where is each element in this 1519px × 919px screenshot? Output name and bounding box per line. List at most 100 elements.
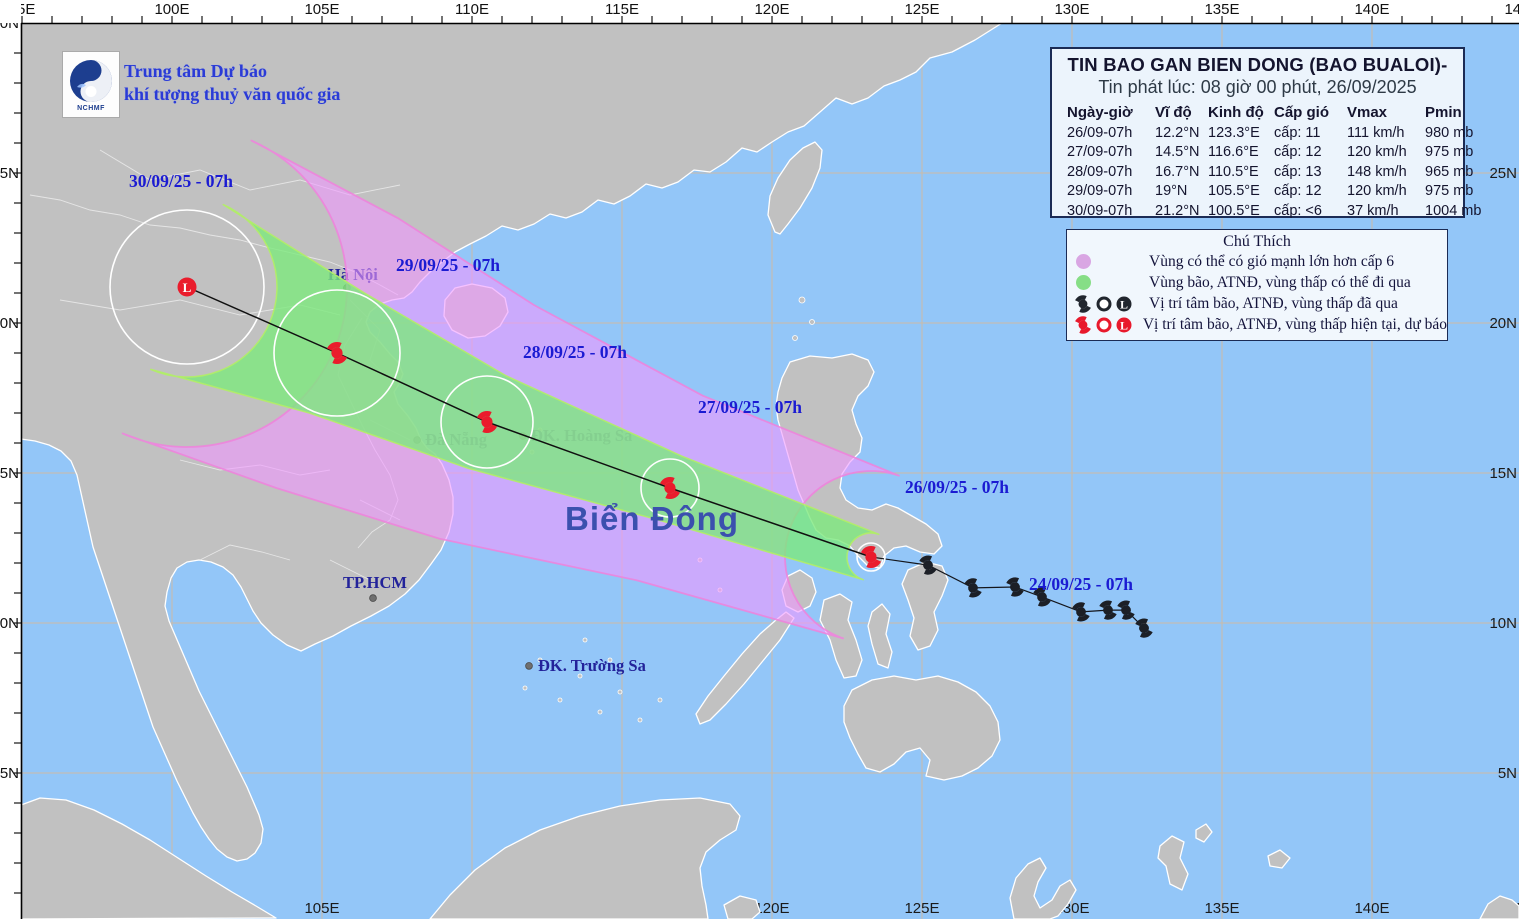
table-cell: 123.3°E	[1208, 125, 1274, 141]
legend-title: Chú Thích	[1067, 233, 1447, 251]
lat-axis-label: 20N	[0, 315, 19, 332]
lon-axis-label: 145E	[1504, 1, 1519, 18]
legend-item-label: Vùng bão, ATNĐ, vùng thấp có thể đi qua	[1149, 274, 1411, 292]
table-cell: cấp: <6	[1274, 203, 1347, 219]
lon-axis-label: 105E	[304, 1, 339, 18]
forecast-date-label: 29/09/25 - 07h	[396, 255, 500, 275]
low-pressure-L: L	[183, 280, 192, 295]
table-cell: Vĩ độ	[1155, 104, 1208, 121]
storm-center-circle-icon	[1095, 295, 1113, 313]
table-cell: 120 km/h	[1347, 183, 1425, 199]
lat-axis-label: 25N	[0, 165, 19, 182]
forecast-table-row: 27/09-07h14.5°N116.6°Ecấp: 12120 km/h975…	[1067, 143, 1463, 163]
svg-text:25N: 25N	[1489, 165, 1517, 182]
lon-axis-label: 125E	[904, 1, 939, 18]
table-cell: 100.5°E	[1208, 203, 1274, 219]
logo-text: NCHMF	[77, 105, 105, 112]
bulletin-title: TIN BAO GAN BIEN DONG (BAO BUALOI)-	[1052, 54, 1463, 76]
table-cell: 105.5°E	[1208, 183, 1274, 199]
agency-name: Trung tâm Dự báo khí tượng thuỷ văn quốc…	[124, 60, 340, 106]
table-cell: cấp: 12	[1274, 183, 1347, 199]
svg-text:120E: 120E	[754, 900, 789, 917]
forecast-table-row: 26/09-07h12.2°N123.3°Ecấp: 11111 km/h980…	[1067, 123, 1463, 143]
legend-item: Vùng bão, ATNĐ, vùng thấp có thể đi qua	[1067, 272, 1447, 293]
storm-center-circle-icon	[1095, 316, 1113, 334]
bulletin-issued-time: Tin phát lúc: 08 giờ 00 phút, 26/09/2025	[1052, 77, 1463, 98]
svg-text:125E: 125E	[904, 900, 939, 917]
sea-name-label: Biển Đông	[565, 500, 739, 537]
table-cell: 110.5°E	[1208, 164, 1274, 180]
svg-text:105E: 105E	[304, 900, 339, 917]
table-cell: 28/09-07h	[1067, 164, 1155, 180]
table-cell: Vmax	[1347, 104, 1425, 121]
table-cell: 27/09-07h	[1067, 144, 1155, 160]
table-cell: 1004 mb	[1425, 203, 1482, 219]
svg-text:140E: 140E	[1354, 900, 1389, 917]
table-cell: 37 km/h	[1347, 203, 1425, 219]
agency-line1: Trung tâm Dự báo	[124, 60, 340, 83]
table-cell: 16.7°N	[1155, 164, 1208, 180]
bulletin-info-box: TIN BAO GAN BIEN DONG (BAO BUALOI)- Tin …	[1050, 47, 1465, 218]
table-cell: 116.6°E	[1208, 144, 1274, 160]
lon-axis-label: 130E	[1054, 1, 1089, 18]
table-cell: 975 mb	[1425, 183, 1482, 199]
typhoon-symbol-icon	[1073, 294, 1093, 314]
forecast-table-row: 29/09-07h19°N105.5°Ecấp: 12120 km/h975 m…	[1067, 182, 1463, 202]
svg-text:L: L	[1120, 297, 1128, 311]
forecast-date-label: 30/09/25 - 07h	[129, 171, 233, 191]
svg-text:15N: 15N	[1489, 465, 1517, 482]
forecast-date-label: 27/09/25 - 07h	[698, 397, 802, 417]
table-cell: Pmin	[1425, 104, 1482, 121]
lon-axis-label: 110E	[455, 1, 489, 18]
svg-text:135E: 135E	[1204, 900, 1239, 917]
legend-item: LVị trí tâm bão, ATNĐ, vùng thấp đã qua	[1067, 293, 1447, 314]
table-cell: 29/09-07h	[1067, 183, 1155, 199]
city-dot	[526, 663, 533, 670]
low-pressure-symbol-icon: L	[1115, 316, 1133, 334]
table-cell: Kinh độ	[1208, 104, 1274, 121]
forecast-table: Ngày-giờVĩ độKinh độCấp gióVmaxPmin26/09…	[1052, 102, 1463, 221]
svg-text:5N: 5N	[1498, 765, 1517, 782]
forecast-table-header: Ngày-giờVĩ độKinh độCấp gióVmaxPmin	[1067, 102, 1463, 123]
table-cell: Cấp gió	[1274, 104, 1347, 121]
typhoon-symbol-icon	[1073, 315, 1093, 335]
legend-item-icons: L	[1073, 315, 1143, 335]
table-cell: 980 mb	[1425, 125, 1482, 141]
table-cell: 26/09-07h	[1067, 125, 1155, 141]
table-cell: 30/09-07h	[1067, 203, 1155, 219]
forecast-table-row: 30/09-07h21.2°N100.5°Ecấp: <637 km/h1004…	[1067, 201, 1463, 221]
table-cell: 12.2°N	[1155, 125, 1208, 141]
table-cell: cấp: 11	[1274, 125, 1347, 141]
legend-item: L Vị trí tâm bão, ATNĐ, vùng thấp hiện tạ…	[1067, 314, 1447, 335]
storm-forecast-map: { "branding": { "agency_line1": "Trung t…	[0, 0, 1519, 919]
corridor-swatch-icon	[1076, 275, 1091, 290]
lat-axis-label: 10N	[0, 615, 19, 632]
lat-axis-label: 15N	[0, 465, 19, 482]
legend-item-icons: L	[1073, 294, 1149, 314]
legend-item-label: Vùng có thể có gió mạnh lớn hơn cấp 6	[1149, 253, 1394, 271]
lon-axis-label: 100E	[154, 1, 189, 18]
forecast-table-row: 28/09-07h16.7°N110.5°Ecấp: 13148 km/h965…	[1067, 162, 1463, 182]
city-label: TP.HCM	[343, 573, 407, 592]
city-dot	[370, 595, 377, 602]
agency-line2: khí tượng thuỷ văn quốc gia	[124, 83, 340, 106]
lon-axis-label: 140E	[1354, 1, 1389, 18]
past-date-label: 24/09/25 - 07h	[1029, 574, 1133, 594]
table-cell: 975 mb	[1425, 144, 1482, 160]
table-cell: 148 km/h	[1347, 164, 1425, 180]
city-label: ĐK. Trường Sa	[538, 656, 646, 675]
lon-axis-label: 135E	[1204, 1, 1239, 18]
forecast-date-label: 26/09/25 - 07h	[905, 477, 1009, 497]
table-cell: 19°N	[1155, 183, 1208, 199]
nchmf-logo: NCHMF	[62, 51, 120, 118]
cone-swatch-icon	[1076, 254, 1091, 269]
legend-item-label: Vị trí tâm bão, ATNĐ, vùng thấp hiện tại…	[1143, 316, 1447, 334]
table-cell: 111 km/h	[1347, 125, 1425, 141]
forecast-date-label: 28/09/25 - 07h	[523, 342, 627, 362]
table-cell: 21.2°N	[1155, 203, 1208, 219]
low-pressure-symbol-icon: L	[1115, 295, 1133, 313]
legend-item-icons	[1073, 254, 1149, 269]
svg-text:10N: 10N	[1489, 615, 1517, 632]
legend-rows: Vùng có thể có gió mạnh lớn hơn cấp 6 Vùn…	[1067, 251, 1447, 335]
legend-item: Vùng có thể có gió mạnh lớn hơn cấp 6	[1067, 251, 1447, 272]
